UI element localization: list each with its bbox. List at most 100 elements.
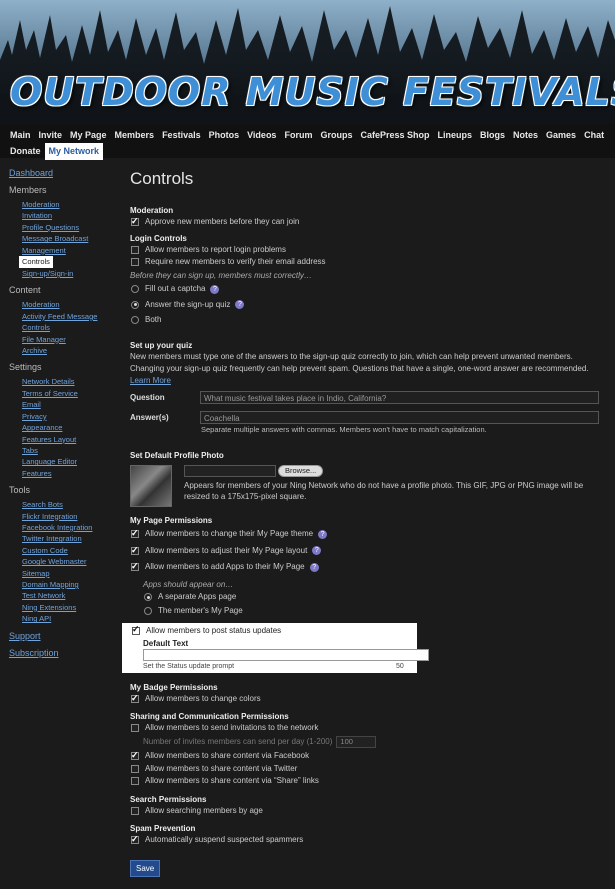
sidebar-item-content-controls[interactable]: Controls	[22, 322, 119, 333]
sidebar-item-settings-tabs[interactable]: Tabs	[22, 445, 119, 456]
both-radio[interactable]	[131, 316, 139, 325]
share-facebook-option[interactable]: Allow members to share content via Faceb…	[130, 749, 608, 763]
sidebar-item-settings-language-editor[interactable]: Language Editor	[22, 456, 119, 467]
sidebar-item-tools-ning-extensions[interactable]: Ning Extensions	[22, 602, 119, 613]
help-icon[interactable]: ?	[210, 284, 220, 294]
help-icon[interactable]: ?	[309, 562, 319, 572]
change-theme-checkbox[interactable]	[131, 527, 139, 539]
sidebar-item-content-activity-feed-message[interactable]: Activity Feed Message	[22, 311, 119, 322]
answers-input[interactable]: Coachella	[200, 411, 599, 424]
signup-quiz-option[interactable]: Answer the sign-up quiz ?	[130, 297, 608, 313]
suspend-spammers-checkbox[interactable]	[131, 833, 139, 845]
share-twitter-option[interactable]: Allow members to share content via Twitt…	[130, 763, 608, 776]
share-twitter-checkbox[interactable]	[131, 764, 139, 773]
sidebar-item-tools-flickr-integration[interactable]: Flickr Integration	[22, 511, 119, 522]
nav-item-festivals[interactable]: Festivals	[158, 127, 205, 144]
send-invitations-option[interactable]: Allow members to send invitations to the…	[130, 722, 608, 735]
nav-item-games[interactable]: Games	[542, 127, 580, 144]
sidebar-item-content-file-manager[interactable]: File Manager	[22, 334, 119, 345]
sidebar-item-tools-google-webmaster[interactable]: Google Webmaster	[22, 556, 119, 567]
verify-email-checkbox[interactable]	[131, 258, 139, 267]
sidebar-item-settings-features-layout[interactable]: Features Layout	[22, 434, 119, 445]
nav-item-my-page[interactable]: My Page	[66, 127, 111, 144]
apps-separate-page-radio[interactable]	[144, 593, 152, 602]
sidebar-item-settings-appearance[interactable]: Appearance	[22, 422, 119, 433]
sidebar-support-link[interactable]: Support	[9, 629, 119, 643]
sidebar-item-settings-email[interactable]: Email	[22, 399, 119, 410]
adjust-layout-option[interactable]: Allow members to adjust their My Page la…	[130, 543, 608, 560]
nav-item-groups[interactable]: Groups	[316, 127, 356, 144]
suspend-spammers-option[interactable]: Automatically suspend suspected spammers	[130, 833, 608, 847]
verify-email-option[interactable]: Require new members to verify their emai…	[130, 256, 608, 269]
sidebar-item-members-management[interactable]: Management	[22, 245, 119, 256]
sidebar-item-tools-twitter-integration[interactable]: Twitter Integration	[22, 533, 119, 544]
status-updates-checkbox[interactable]	[132, 624, 140, 635]
sidebar-item-settings-features[interactable]: Features	[22, 468, 119, 479]
sidebar-item-members-profile-questions[interactable]: Profile Questions	[22, 222, 119, 233]
add-apps-checkbox[interactable]	[131, 560, 139, 572]
report-login-option[interactable]: Allow members to report login problems	[130, 244, 608, 257]
nav-item-photos[interactable]: Photos	[205, 127, 244, 144]
sidebar-item-settings-terms-of-service[interactable]: Terms of Service	[22, 388, 119, 399]
search-by-age-checkbox[interactable]	[131, 806, 139, 815]
adjust-layout-checkbox[interactable]	[131, 544, 139, 556]
sidebar-item-tools-test-network[interactable]: Test Network	[22, 590, 119, 601]
signup-quiz-radio[interactable]	[131, 300, 139, 309]
sidebar-item-tools-custom-code[interactable]: Custom Code	[22, 545, 119, 556]
sidebar-item-tools-sitemap[interactable]: Sitemap	[22, 568, 119, 579]
change-colors-option[interactable]: Allow members to change colors	[130, 692, 608, 706]
share-links-checkbox[interactable]	[131, 777, 139, 786]
help-icon[interactable]: ?	[312, 546, 322, 556]
apps-separate-page-option[interactable]: A separate Apps page	[130, 591, 608, 605]
nav-item-videos[interactable]: Videos	[243, 127, 280, 144]
send-invitations-checkbox[interactable]	[131, 723, 139, 732]
default-text-input[interactable]	[143, 649, 429, 661]
file-path-input[interactable]	[184, 465, 276, 477]
nav-item-forum[interactable]: Forum	[280, 127, 316, 144]
share-facebook-checkbox[interactable]	[131, 749, 139, 761]
sidebar-item-content-archive[interactable]: Archive	[22, 345, 119, 356]
nav-item-donate[interactable]: Donate	[6, 143, 45, 160]
sidebar-item-members-invitation[interactable]: Invitation	[22, 210, 119, 221]
nav-item-chat[interactable]: Chat	[580, 127, 608, 144]
sidebar-subscription-link[interactable]: Subscription	[9, 646, 119, 660]
sidebar-item-tools-domain-mapping[interactable]: Domain Mapping	[22, 579, 119, 590]
sidebar-item-members-moderation[interactable]: Moderation	[22, 199, 119, 210]
add-apps-option[interactable]: Allow members to add Apps to their My Pa…	[130, 559, 608, 576]
approve-members-checkbox[interactable]	[131, 215, 139, 227]
sidebar-dashboard-link[interactable]: Dashboard	[9, 166, 119, 180]
nav-item-members[interactable]: Members	[111, 127, 159, 144]
sidebar-item-members-message-broadcast[interactable]: Message Broadcast	[22, 233, 119, 244]
nav-item-invite[interactable]: Invite	[35, 127, 67, 144]
help-icon[interactable]: ?	[318, 529, 328, 539]
apps-my-page-radio[interactable]	[144, 606, 152, 615]
sidebar-item-tools-search-bots[interactable]: Search Bots	[22, 499, 119, 510]
apps-my-page-option[interactable]: The member's My Page	[130, 604, 608, 618]
save-button[interactable]: Save	[130, 859, 161, 877]
sidebar-item-settings-privacy[interactable]: Privacy	[22, 411, 119, 422]
captcha-radio[interactable]	[131, 285, 139, 294]
question-input[interactable]: What music festival takes place in Indio…	[200, 391, 599, 404]
approve-members-option[interactable]: Approve new members before they can join	[130, 215, 608, 229]
change-theme-option[interactable]: Allow members to change their My Page th…	[130, 526, 608, 543]
nav-item-cafepress-shop[interactable]: CafePress Shop	[356, 127, 433, 144]
sidebar-item-tools-facebook-integration[interactable]: Facebook Integration	[22, 522, 119, 533]
site-title[interactable]: OUTDOOR MUSIC FESTIVALS	[10, 70, 615, 114]
nav-item-blogs[interactable]: Blogs	[476, 127, 509, 144]
learn-more-link[interactable]: Learn More	[130, 376, 171, 385]
nav-item-notes[interactable]: Notes	[509, 127, 542, 144]
both-option[interactable]: Both	[130, 313, 608, 329]
change-colors-checkbox[interactable]	[131, 692, 139, 704]
browse-button[interactable]: Browse...	[278, 465, 324, 477]
sidebar-item-tools-ning-api[interactable]: Ning API	[22, 613, 119, 624]
nav-item-my-network[interactable]: My Network	[44, 143, 104, 160]
share-links-option[interactable]: Allow members to share content via “Shar…	[130, 775, 608, 788]
status-updates-option[interactable]: Allow members to post status updates	[131, 624, 281, 635]
sidebar-item-members-controls[interactable]: Controls	[19, 256, 53, 269]
help-icon[interactable]: ?	[235, 300, 245, 310]
sidebar-item-content-moderation[interactable]: Moderation	[22, 299, 119, 310]
invites-per-day-input[interactable]: 100	[336, 736, 377, 748]
report-login-checkbox[interactable]	[131, 245, 139, 254]
nav-item-main[interactable]: Main	[6, 127, 35, 144]
nav-item-lineups[interactable]: Lineups	[434, 127, 477, 144]
